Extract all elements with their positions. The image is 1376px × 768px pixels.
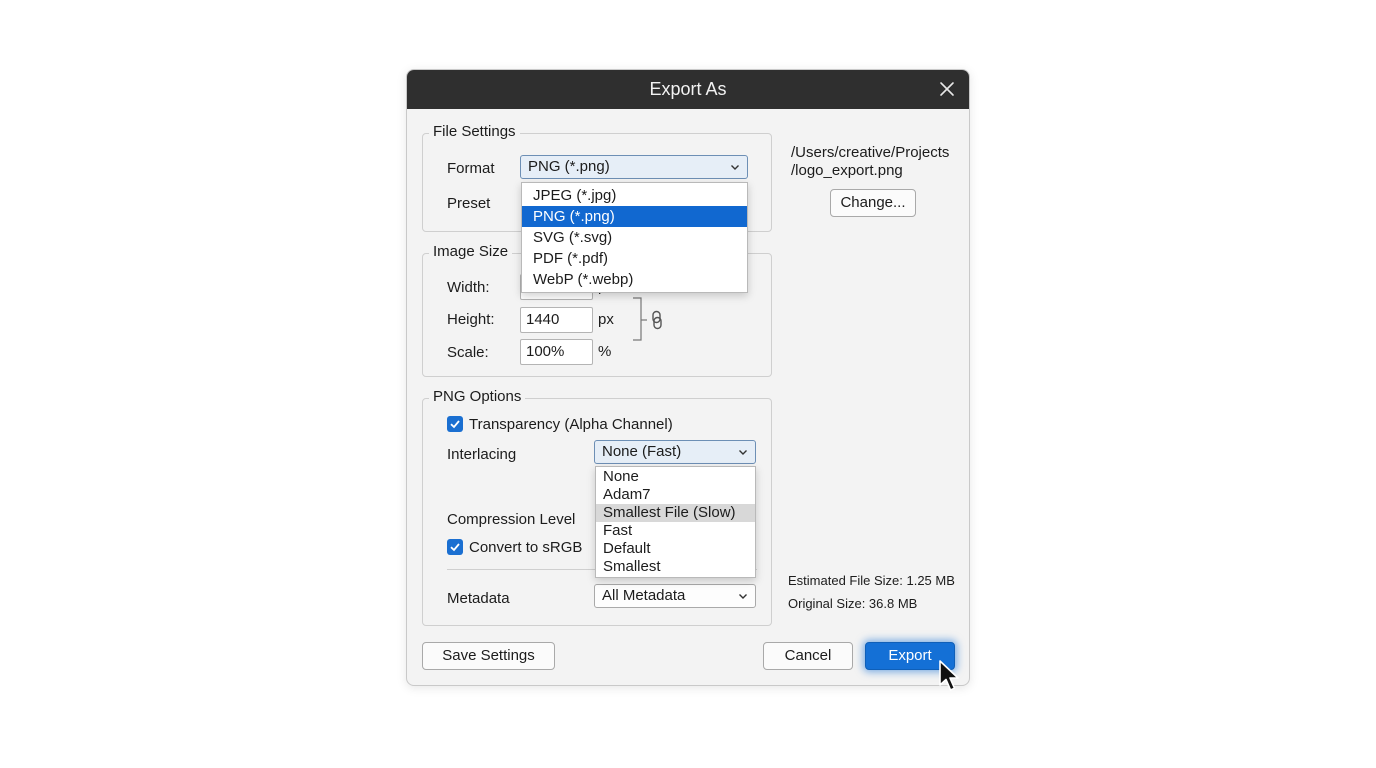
interlacing-select[interactable]: None (Fast) (594, 440, 756, 464)
height-unit: px (598, 311, 614, 328)
compression-level-label: Compression Level (447, 511, 576, 528)
scale-value: 100% (526, 343, 565, 360)
chevron-down-icon (739, 594, 747, 599)
srgb-checkbox[interactable] (447, 539, 463, 555)
checkmark-icon (450, 420, 460, 429)
save-settings-label: Save Settings (442, 647, 535, 664)
interlacing-option-default[interactable]: Default (596, 540, 755, 558)
interlacing-option-adam7[interactable]: Adam7 (596, 486, 755, 504)
scale-unit: % (598, 343, 612, 360)
height-input[interactable]: 1440 (520, 307, 593, 333)
width-label: Width: (447, 279, 490, 296)
export-dialog: Export As File Settings Format Preset PN… (406, 69, 970, 691)
dialog-title: Export As (649, 79, 727, 99)
destination-path-line1: /Users/creative/Projects (791, 144, 950, 161)
transparency-label: Transparency (Alpha Channel) (469, 416, 673, 433)
scale-label: Scale: (447, 344, 489, 361)
interlacing-dropdown: None Adam7 Smallest File (Slow) Fast Def… (595, 466, 756, 578)
srgb-label: Convert to sRGB (469, 539, 583, 556)
height-label: Height: (447, 311, 495, 328)
change-button[interactable]: Change... (830, 189, 916, 217)
save-settings-button[interactable]: Save Settings (422, 642, 555, 670)
metadata-select[interactable]: All Metadata (594, 584, 756, 608)
file-settings-title: File Settings (429, 123, 520, 140)
checkmark-icon (450, 543, 460, 552)
format-option-svg[interactable]: SVG (*.svg) (522, 227, 747, 248)
interlacing-select-value: None (Fast) (602, 443, 682, 460)
png-options-title: PNG Options (429, 388, 526, 405)
interlacing-option-smallest-file-slow[interactable]: Smallest File (Slow) (596, 504, 755, 522)
close-icon (940, 82, 954, 96)
export-button-label: Export (888, 647, 932, 664)
estimated-file-size: Estimated File Size: 1.25 MB (788, 573, 955, 588)
original-size: Original Size: 36.8 MB (788, 596, 918, 611)
cancel-button[interactable]: Cancel (763, 642, 853, 670)
metadata-select-value: All Metadata (602, 587, 686, 604)
format-option-webp[interactable]: WebP (*.webp) (522, 269, 747, 290)
format-select-value: PNG (*.png) (528, 158, 610, 175)
transparency-checkbox[interactable] (447, 416, 463, 432)
format-option-pdf[interactable]: PDF (*.pdf) (522, 248, 747, 269)
height-value: 1440 (526, 311, 560, 328)
mouse-cursor-icon (939, 660, 959, 691)
image-size-title: Image Size (429, 243, 513, 260)
destination-path-line2: /logo_export.png (791, 162, 903, 179)
format-option-jpeg[interactable]: JPEG (*.jpg) (522, 185, 747, 206)
cancel-button-label: Cancel (784, 647, 832, 664)
close-button[interactable] (937, 79, 957, 99)
change-button-label: Change... (840, 194, 906, 211)
interlacing-option-none[interactable]: None (596, 468, 755, 486)
interlacing-option-fast[interactable]: Fast (596, 522, 755, 540)
scale-input[interactable]: 100% (520, 339, 593, 365)
chevron-down-icon (739, 450, 747, 455)
preset-label: Preset (447, 195, 491, 212)
dialog-titlebar[interactable]: Export As (407, 70, 969, 109)
interlacing-label: Interlacing (447, 446, 517, 463)
interlacing-option-smallest[interactable]: Smallest (596, 558, 755, 576)
format-dropdown: JPEG (*.jpg) PNG (*.png) SVG (*.svg) PDF… (521, 182, 748, 293)
format-select[interactable]: PNG (*.png) (520, 155, 748, 179)
link-icon[interactable] (650, 310, 664, 330)
format-label: Format (447, 160, 495, 177)
chevron-down-icon (731, 165, 739, 170)
metadata-label: Metadata (447, 590, 510, 607)
format-option-png[interactable]: PNG (*.png) (522, 206, 747, 227)
